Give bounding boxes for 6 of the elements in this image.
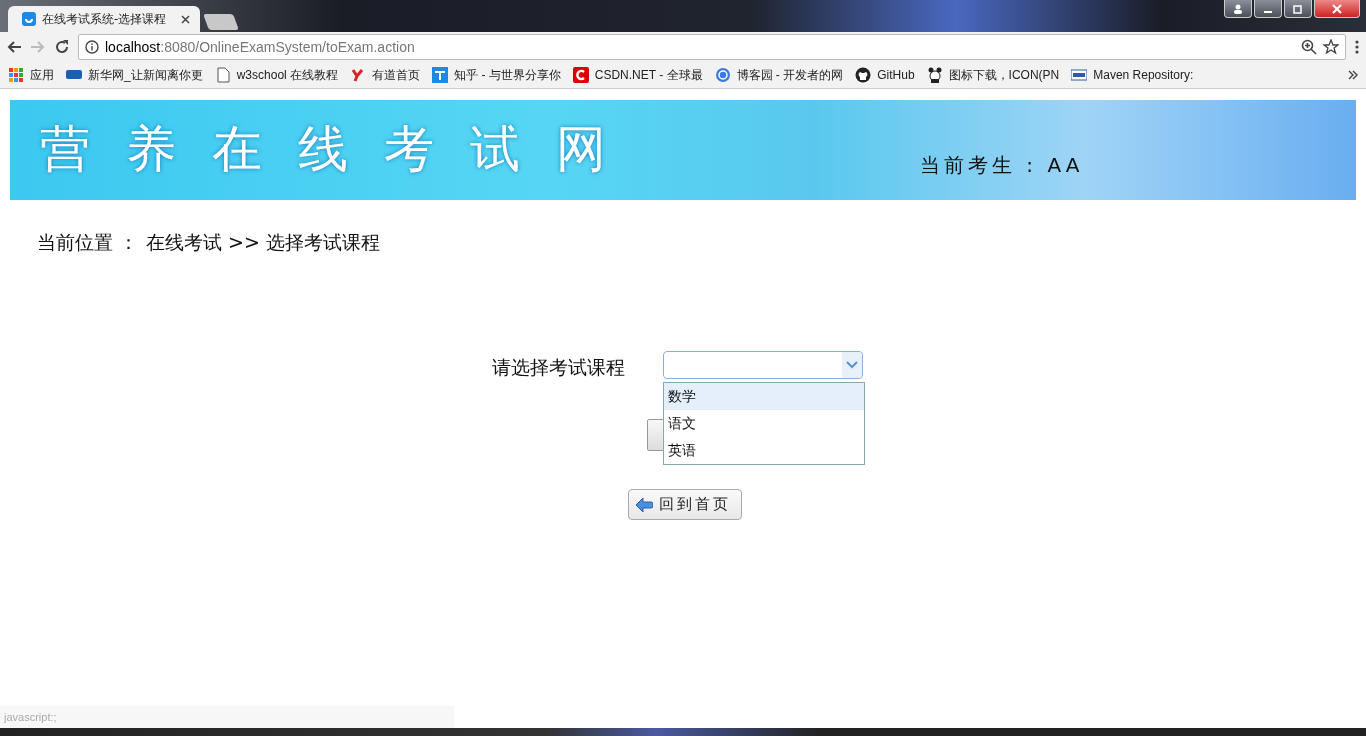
site-title: 营养在线考试网 [40, 118, 642, 180]
breadcrumb: 在线考试 >> 选择考试课程 [146, 230, 380, 255]
status-bar: javascript:; [0, 706, 454, 728]
course-label: 请选择考试课程 [492, 355, 625, 380]
location-label: 当前位置 ： [37, 230, 139, 255]
current-student: 当前考生 : AA [920, 152, 1084, 179]
